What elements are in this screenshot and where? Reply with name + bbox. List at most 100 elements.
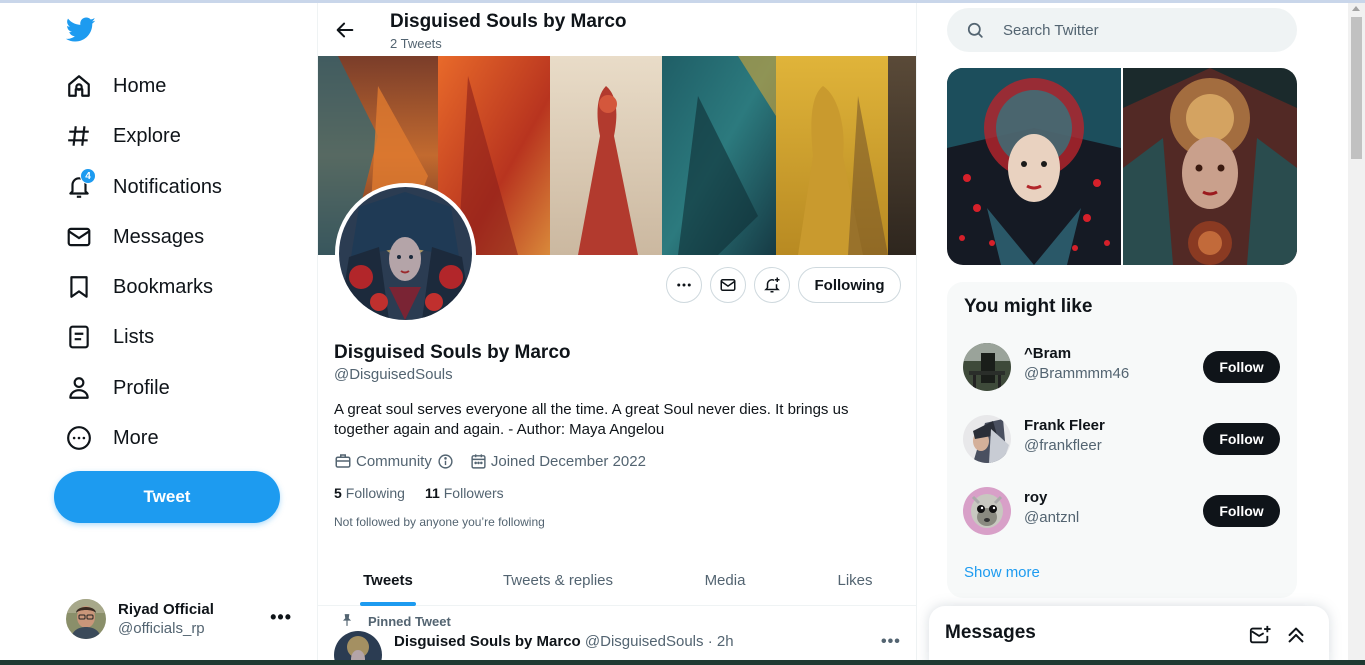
media-thumbnail[interactable] [1123,68,1297,265]
not-followed-note: Not followed by anyone you’re following [334,515,545,529]
search-box[interactable] [947,8,1297,52]
nav-messages[interactable]: Messages [62,214,214,260]
collapse-up-icon[interactable] [1285,624,1307,651]
nav-lists-label: Lists [113,325,155,348]
media-thumbnail[interactable] [947,68,1121,265]
suggested-user-name: Frank Fleer [1024,417,1105,434]
nav-lists[interactable]: Lists [62,314,164,360]
followers-count-link[interactable]: 11 Followers [425,485,504,501]
tweet-author-avatar[interactable] [334,631,382,660]
suggested-user-name: roy [1024,489,1048,506]
follow-button[interactable]: Follow [1203,495,1280,527]
envelope-icon [720,279,736,291]
envelope-icon [66,224,92,250]
page-scrollbar[interactable] [1348,3,1365,660]
pin-icon [342,614,352,626]
nav-explore[interactable]: Explore [62,113,191,159]
tab-tweets[interactable]: Tweets [318,554,458,606]
suggested-user[interactable]: roy @antznl Follow [947,475,1297,547]
who-to-follow-panel: You might like ^Bram @Brammmm46 Follow F… [947,282,1297,598]
nav-more-label: More [113,426,159,449]
nav-bookmarks-label: Bookmarks [113,275,214,298]
suggested-user-name: ^Bram [1024,345,1072,362]
nav-notifications-label: Notifications [113,175,222,198]
nav-home[interactable]: Home [62,63,176,109]
tweet-author-name[interactable]: Disguised Souls by Marco [394,633,581,650]
hashtag-icon [66,123,92,149]
following-button[interactable]: Following [798,267,901,303]
account-name: Riyad Official [118,601,214,618]
tweet-time[interactable]: · 2h [708,633,734,650]
nav-explore-label: Explore [113,124,181,147]
header-tweet-count: 2 Tweets [390,36,442,51]
more-dots-icon [677,283,691,287]
profile-column: Disguised Souls by Marco 2 Tweets Follow… [317,3,917,660]
who-to-follow-title: You might like [964,296,1093,317]
bookmark-icon [66,274,92,300]
tweet-author-handle: @DisguisedSouls [584,633,704,650]
taskbar-edge [0,660,1365,665]
list-icon [66,324,92,350]
header-title: Disguised Souls by Marco [390,11,627,32]
scroll-up-arrow-icon[interactable] [1352,6,1360,11]
follow-button[interactable]: Follow [1203,423,1280,455]
tab-media[interactable]: Media [658,554,792,606]
active-tab-indicator [360,602,416,606]
account-switcher[interactable]: Riyad Official @officials_rp ••• [56,589,306,649]
nav-home-label: Home [113,74,167,97]
nav-more[interactable]: More [62,415,169,461]
notify-bell-button[interactable] [754,267,790,303]
follow-button[interactable]: Follow [1203,351,1280,383]
suggested-user-handle: @antznl [1024,509,1080,526]
nav-notifications[interactable]: 4 Notifications [62,164,232,210]
briefcase-icon [335,454,351,468]
more-circle-icon [66,425,92,451]
profile-avatar[interactable] [335,183,476,324]
profile-bio: A great soul serves everyone all the tim… [334,401,849,438]
home-icon [66,73,92,99]
bell-icon: 4 [66,168,96,200]
search-input[interactable] [1003,21,1273,39]
tab-likes[interactable]: Likes [792,554,916,606]
pinned-tweet-label: Pinned Tweet [342,614,451,629]
profile-stats: 5 Following 11 Followers [334,485,524,501]
suggested-user-handle: @Brammmm46 [1024,365,1130,382]
info-icon[interactable] [437,453,454,470]
suggested-user[interactable]: Frank Fleer @frankfleer Follow [947,403,1297,475]
messages-drawer-title: Messages [945,622,1036,643]
tab-tweets-replies[interactable]: Tweets & replies [458,554,658,606]
profile-tabs: Tweets Tweets & replies Media Likes [318,554,916,606]
scrollbar-thumb[interactable] [1351,17,1362,159]
send-message-button[interactable] [710,267,746,303]
tweet-button[interactable]: Tweet [54,471,280,523]
suggested-user[interactable]: ^Bram @Brammmm46 Follow [947,331,1297,403]
back-arrow-icon[interactable] [334,19,356,41]
profile-joined-date: Joined December 2022 [490,452,646,470]
nav-bookmarks[interactable]: Bookmarks [62,264,223,310]
calendar-icon [471,453,486,469]
profile-more-button[interactable] [666,267,702,303]
bell-plus-icon [764,277,780,293]
nav-profile-label: Profile [113,376,170,399]
messages-drawer[interactable]: Messages [929,606,1329,665]
nav-messages-label: Messages [113,225,205,248]
profile-handle: @DisguisedSouls [334,366,453,383]
profile-media-preview [947,68,1297,265]
profile-meta: Community Joined December 2022 [334,452,658,470]
profile-header-bar: Disguised Souls by Marco 2 Tweets [318,3,916,56]
avatar [963,487,1011,535]
person-icon [66,375,92,401]
account-avatar [66,599,106,639]
show-more-link[interactable]: Show more [964,564,1040,581]
nav-profile[interactable]: Profile [62,365,180,411]
search-icon [967,22,983,38]
twitter-logo-icon[interactable] [65,17,96,45]
profile-category: Community [356,452,432,470]
account-handle: @officials_rp [118,620,205,637]
account-more-icon[interactable]: ••• [270,607,292,628]
notification-count-badge: 4 [80,168,96,184]
tweet-more-icon[interactable]: ••• [881,633,901,651]
left-sidebar: Home Explore 4 Notifications Messages Bo… [0,3,317,660]
new-message-icon[interactable] [1249,624,1271,651]
following-count-link[interactable]: 5 Following [334,485,405,501]
